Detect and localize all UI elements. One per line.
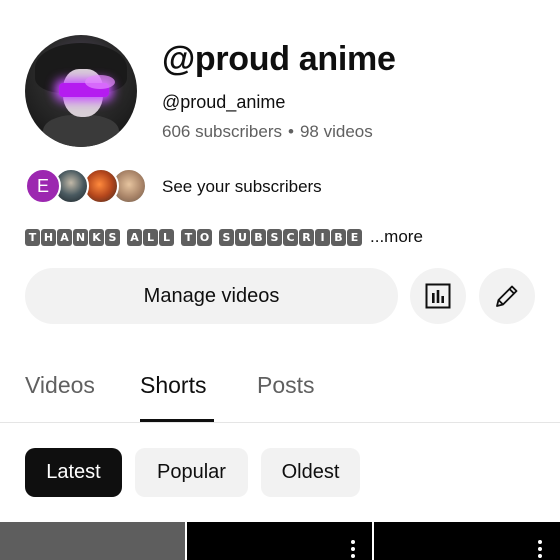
- letter-tile: K: [89, 228, 104, 246]
- letter-tile: S: [267, 228, 282, 246]
- letter-tile: A: [57, 228, 72, 246]
- letter-tile: O: [197, 228, 212, 246]
- letter-tile: H: [41, 228, 56, 246]
- letter-tile: S: [219, 228, 234, 246]
- letter-tile: E: [347, 228, 362, 246]
- channel-tabs: Videos Shorts Posts: [0, 360, 560, 423]
- letter-tile: T: [25, 228, 40, 246]
- letter-tile: N: [73, 228, 88, 246]
- more-options-icon[interactable]: [351, 540, 355, 558]
- letter-tile: S: [105, 228, 120, 246]
- filter-chip-latest[interactable]: Latest: [25, 448, 122, 497]
- see-subscribers-link[interactable]: See your subscribers: [162, 177, 322, 197]
- letter-tile: L: [159, 228, 174, 246]
- description-word: TO: [181, 228, 212, 246]
- filter-chip-popular[interactable]: Popular: [135, 448, 248, 497]
- subscribers-preview[interactable]: E See your subscribers: [25, 168, 322, 204]
- short-thumbnail[interactable]: [0, 522, 185, 560]
- more-link[interactable]: ...more: [370, 227, 423, 247]
- description-word: THANKS: [25, 228, 120, 246]
- channel-name: @proud anime: [162, 40, 396, 78]
- active-tab-indicator: [140, 419, 214, 422]
- letter-tile: A: [127, 228, 142, 246]
- short-thumbnail[interactable]: [374, 522, 560, 560]
- analytics-icon: [425, 283, 451, 309]
- letter-tile: U: [235, 228, 250, 246]
- tab-posts[interactable]: Posts: [257, 372, 315, 399]
- letter-tile: I: [315, 228, 330, 246]
- description-word: SUBSCRIBE: [219, 228, 362, 246]
- letter-tile: B: [251, 228, 266, 246]
- letter-tile: T: [181, 228, 196, 246]
- channel-stats: 606 subscribers • 98 videos: [162, 122, 373, 142]
- analytics-button[interactable]: [410, 268, 466, 324]
- stats-separator: •: [288, 122, 294, 141]
- description-word: ALL: [127, 228, 174, 246]
- letter-tile: C: [283, 228, 298, 246]
- subscriber-avatar: E: [25, 168, 61, 204]
- tab-shorts[interactable]: Shorts: [140, 372, 206, 399]
- tab-videos[interactable]: Videos: [25, 372, 95, 399]
- edit-channel-button[interactable]: [479, 268, 535, 324]
- channel-handle: @proud_anime: [162, 92, 286, 112]
- more-options-icon[interactable]: [538, 540, 542, 558]
- letter-tile: L: [143, 228, 158, 246]
- video-count: 98 videos: [299, 122, 373, 141]
- subscriber-avatars: E: [25, 168, 150, 204]
- subscriber-count: 606 subscribers: [162, 122, 283, 141]
- pencil-icon: [496, 285, 518, 307]
- letter-tile: R: [299, 228, 314, 246]
- filter-chip-oldest[interactable]: Oldest: [261, 448, 360, 497]
- channel-description[interactable]: T H A N K S A L L T O S U B S C R I B E ...more: [25, 226, 423, 248]
- letter-tile: B: [331, 228, 346, 246]
- short-thumbnail[interactable]: [187, 522, 372, 560]
- channel-avatar[interactable]: [25, 35, 137, 147]
- manage-videos-button[interactable]: Manage videos: [25, 268, 398, 324]
